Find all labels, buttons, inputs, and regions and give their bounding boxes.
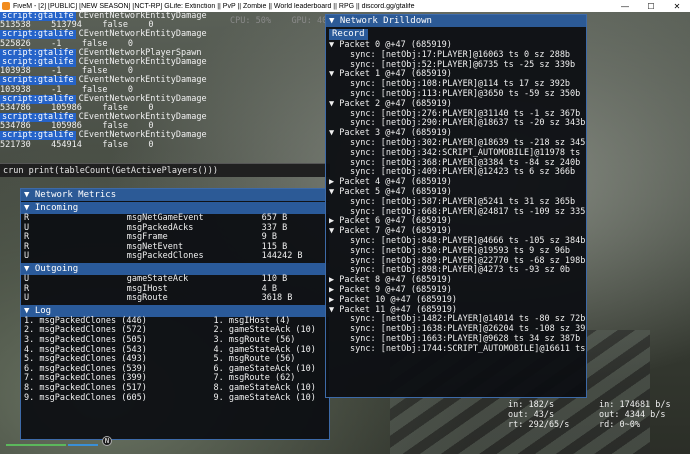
network-drilldown-title[interactable]: ▼ Network Drilldown	[326, 15, 586, 27]
net-stats: in: 182/s in: 174681 b/s out: 43/s out: 43…	[508, 400, 690, 430]
console-log: script:gtalife CEventNetworkEntityDamage 5…	[0, 11, 330, 150]
network-drilldown-window: ▼ Network Drilldown Record ▼ Packet 0 @+…	[325, 14, 587, 398]
metric-direction: R	[24, 213, 30, 223]
stat-out-bytes: out: 4344 b/s	[599, 410, 666, 420]
incoming-list: RmsgNetGameEvent 657 B UmsgPackedAcks 337 B…	[21, 213, 329, 262]
perf-overlay: CPU: 50% GPU: 40%	[230, 16, 332, 26]
metric-direction: R	[24, 232, 30, 243]
packet-tree: ▼ Packet 0 @+47 (685919) sync: [netObj:17…	[326, 40, 586, 355]
metric-direction: U	[24, 251, 30, 262]
metric-row: UmsgPackedAcks 337 B	[21, 222, 329, 234]
stat-out-count: out: 43/s	[508, 410, 555, 420]
cpu-usage: CPU: 50%	[230, 16, 271, 26]
metric-row: UmsgRoute 3618 B	[21, 294, 329, 304]
north-indicator: N	[102, 436, 112, 446]
metric-size: 3618 B	[261, 293, 293, 304]
stat-rd: rd: 0~0%	[599, 420, 640, 430]
maximize-button[interactable]: ☐	[638, 2, 664, 11]
console-line-text: 521730 454914 false 0	[0, 139, 154, 150]
metric-row: UgameStateAck 110 B	[21, 273, 329, 285]
metric-row: UmsgPackedClones 144242 B	[21, 252, 329, 262]
log-row: 9. msgPackedClones (605) 9. gameStateAck …	[21, 392, 329, 404]
metric-direction: U	[24, 293, 30, 304]
close-button[interactable]: ✕	[664, 2, 690, 11]
hud-minimap: N	[6, 436, 126, 452]
console-command-input[interactable]: crun print(tableCount(GetActivePlayers()…	[0, 163, 330, 177]
window-title: FiveM - [2] [PUBLIC] [NEW SEASON] [NCT-R…	[13, 2, 415, 10]
log-entry-right: 9. gameStateAck (10)	[213, 392, 316, 403]
console-line: 521730 454914 false 0	[0, 139, 330, 150]
fivem-app-icon	[2, 2, 10, 10]
metric-direction: R	[24, 241, 30, 252]
log-list: 1. msgPackedClones (446) 1. msgIHost (4) 2…	[21, 316, 329, 404]
network-metrics-window: ▼ Network Metrics ▼ Incoming RmsgNetGame…	[20, 188, 330, 440]
log-header[interactable]: ▼ Log	[21, 304, 329, 317]
metric-size: 144242 B	[261, 251, 303, 262]
log-entry-left: 9. msgPackedClones (605)	[24, 392, 147, 403]
sync-entry: sync: [netObj:1744:SCRIPT_AUTOMOBILE]@16…	[350, 343, 586, 354]
metric-direction: U	[24, 273, 30, 284]
armor-bar	[68, 444, 98, 446]
stat-rt: rt: 292/65/s	[508, 420, 570, 430]
metric-direction: R	[24, 283, 30, 294]
record-button[interactable]: Record	[329, 29, 368, 40]
outgoing-list: UgameStateAck 110 B RmsgIHost 4 B UmsgRoute 3…	[21, 273, 329, 304]
metric-name: msgPackedClones	[126, 251, 204, 262]
minimize-button[interactable]: —	[612, 2, 638, 11]
metric-name: msgRoute	[126, 293, 168, 304]
metric-direction: U	[24, 222, 30, 233]
stat-in-bytes: in: 174681 b/s	[599, 400, 671, 410]
health-bar	[6, 444, 66, 446]
network-metrics-title[interactable]: ▼ Network Metrics	[21, 189, 329, 201]
stat-in-count: in: 182/s	[508, 400, 555, 410]
